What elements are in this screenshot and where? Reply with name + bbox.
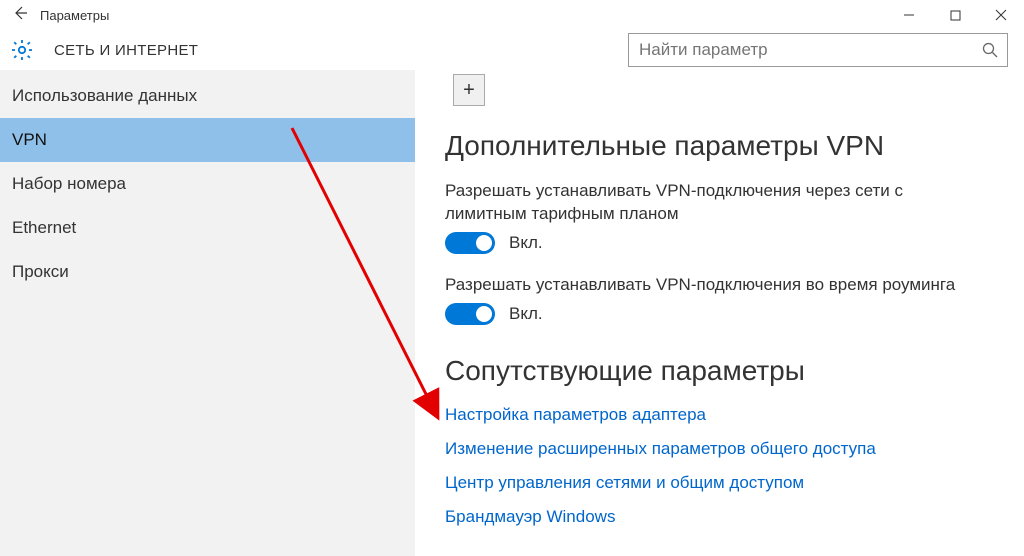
sidebar-item-data-usage[interactable]: Использование данных [0,74,415,118]
toggle-roaming[interactable] [445,303,495,325]
advanced-heading: Дополнительные параметры VPN [445,130,994,162]
setting-label: Разрешать устанавливать VPN-подключения … [445,180,975,226]
search-box[interactable] [628,33,1008,67]
link-network-center[interactable]: Центр управления сетями и общим доступом [445,473,994,493]
minimize-icon [903,9,915,21]
setting-label: Разрешать устанавливать VPN-подключения … [445,274,975,297]
add-vpn-button[interactable]: + [453,74,485,106]
toggle-state-label: Вкл. [509,304,543,324]
main-panel: + Дополнительные параметры VPN Разрешать… [415,70,1024,556]
link-firewall[interactable]: Брандмауэр Windows [445,507,994,527]
sidebar: Использование данных VPN Набор номера Et… [0,70,415,556]
toggle-state-label: Вкл. [509,233,543,253]
header: СЕТЬ И ИНТЕРНЕТ [0,30,1024,70]
link-adapter-settings[interactable]: Настройка параметров адаптера [445,405,994,425]
sidebar-item-label: Прокси [12,262,69,281]
section-title: СЕТЬ И ИНТЕРНЕТ [54,42,628,59]
maximize-button[interactable] [932,0,978,30]
sidebar-item-label: Использование данных [12,86,197,105]
setting-metered: Разрешать устанавливать VPN-подключения … [445,180,994,254]
setting-roaming: Разрешать устанавливать VPN-подключения … [445,274,994,325]
sidebar-item-label: Набор номера [12,174,126,193]
sidebar-item-proxy[interactable]: Прокси [0,250,415,294]
back-arrow-icon [12,5,28,21]
sidebar-item-label: VPN [12,130,47,149]
toggle-knob [476,306,492,322]
window-title: Параметры [40,8,109,23]
related-links: Настройка параметров адаптера Изменение … [445,405,994,527]
sidebar-item-label: Ethernet [12,218,76,237]
minimize-button[interactable] [886,0,932,30]
back-button[interactable] [0,5,40,26]
search-icon[interactable] [973,42,1007,58]
sidebar-item-vpn[interactable]: VPN [0,118,415,162]
sidebar-item-ethernet[interactable]: Ethernet [0,206,415,250]
settings-gear-icon[interactable] [8,36,36,64]
related-heading: Сопутствующие параметры [445,355,994,387]
search-input[interactable] [629,34,973,66]
maximize-icon [950,10,961,21]
toggle-metered[interactable] [445,232,495,254]
titlebar: Параметры [0,0,1024,30]
close-button[interactable] [978,0,1024,30]
close-icon [995,9,1007,21]
plus-icon: + [463,79,475,102]
toggle-knob [476,235,492,251]
sidebar-item-dialup[interactable]: Набор номера [0,162,415,206]
link-advanced-sharing[interactable]: Изменение расширенных параметров общего … [445,439,994,459]
